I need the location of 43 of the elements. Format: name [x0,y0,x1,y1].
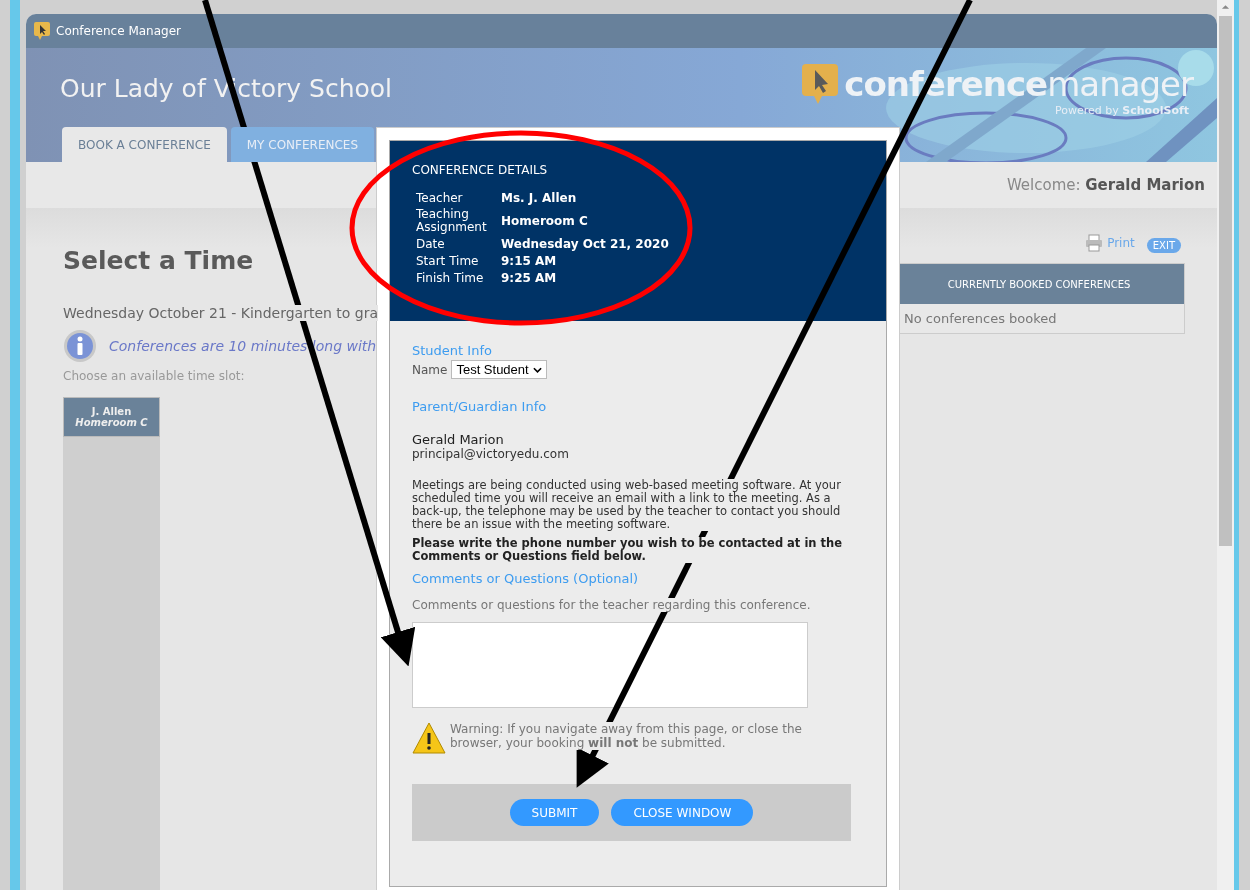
page-heading: Select a Time [63,246,255,275]
detail-label: Teacher [416,191,464,205]
tab[interactable]: BOOK A CONFERENCE [62,127,227,162]
detail-value: Wednesday Oct 21, 2020 [501,237,669,251]
tab[interactable]: MY CONFERENCES [230,127,375,162]
teacher-name: J. Allen [91,406,132,417]
exit-button[interactable]: EXIT [1146,238,1181,253]
comments-hint: Comments or questions for the teacher regarding this conference. [412,598,811,612]
dialog-button[interactable]: SUBMIT [509,799,600,826]
section-heading: Comments or Questions (Optional) [412,571,639,586]
detail-label: Teaching Assignment [416,208,488,234]
warning-icon [412,722,446,754]
slot-prompt: Choose an available time slot: [63,369,246,383]
printer-icon [1085,233,1104,252]
scroll-thumb[interactable] [1219,16,1232,546]
phone-note: Please write the phone number you wish to be contacted at in the Comments or Questions field below. [412,537,842,563]
field-label: Name [412,362,448,377]
detail-value: 9:25 AM [501,271,557,285]
section-heading: Parent/Guardian Info [412,399,547,414]
chevron-icon [532,366,542,373]
scroll-up-icon[interactable] [1221,4,1230,10]
section-heading: Student Info [412,343,492,358]
student-select[interactable]: Test Student [451,360,547,379]
dialog-title: CONFERENCE DETAILS [412,163,549,177]
detail-label: Finish Time [416,271,485,285]
detail-value: Homeroom C [501,214,588,228]
comments-field[interactable] [412,622,808,708]
detail-label: Start Time [416,254,480,268]
info-icon [63,329,97,363]
detail-value: Ms. J. Allen [501,191,577,205]
detail-value: 9:15 AM [501,254,557,268]
logo-icon [34,22,50,40]
scrollbar[interactable] [1217,0,1234,890]
detail-label: Date [416,237,446,251]
welcome-text: Welcome: Gerald Marion [1006,176,1205,194]
meeting-note: Meetings are being conducted using web-based meeting software. At your scheduled time you will receive an email with a link to the meeting. As a back-up, the telephone may be used by the teacher to contact you should there be an issue with the meeting software. [412,479,842,531]
app-title: Conference Manager [56,24,181,38]
logo-icon [802,64,839,104]
dialog-button[interactable]: CLOSE WINDOW [611,799,754,826]
teacher-assignment: Homeroom C [75,417,148,428]
parent-email: principal@victoryedu.com [412,447,569,461]
parent-name: Gerald Marion [412,432,504,447]
print-link[interactable]: Print [1107,235,1135,250]
